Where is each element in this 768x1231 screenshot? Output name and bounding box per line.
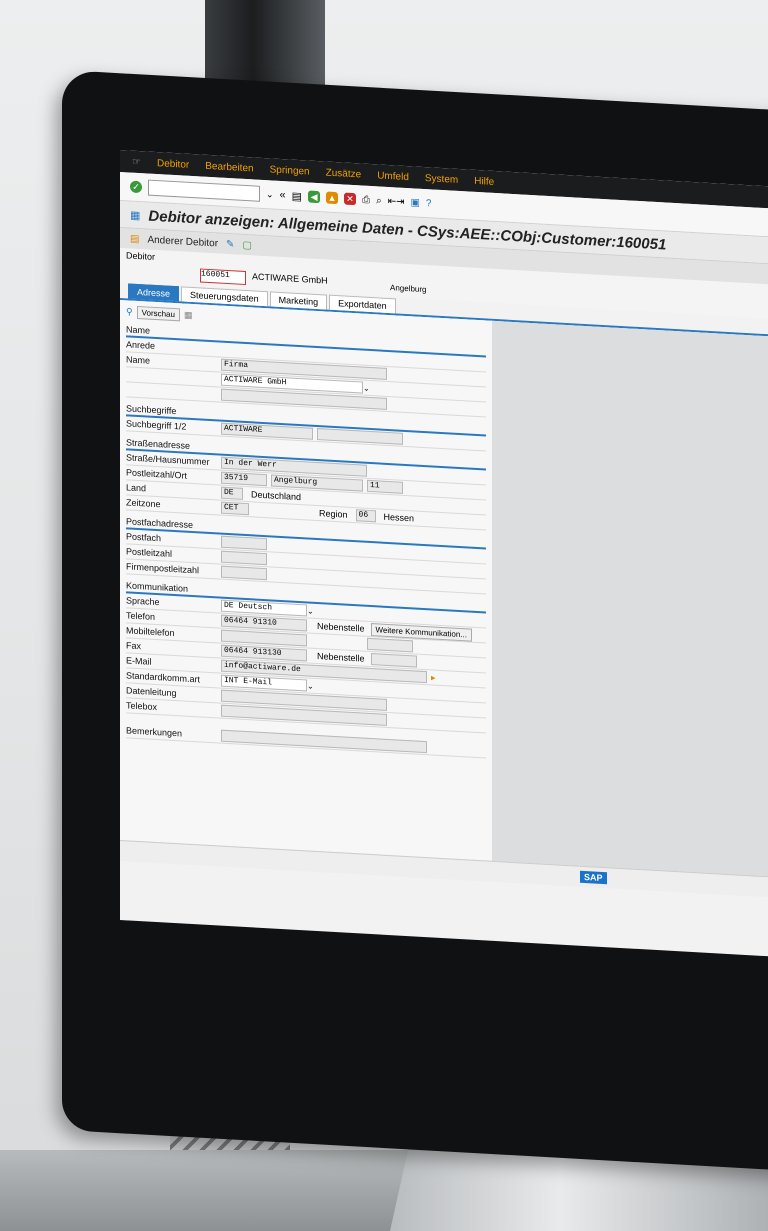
- find-icon[interactable]: ⌕: [376, 195, 382, 206]
- preview-button[interactable]: Vorschau: [136, 305, 180, 321]
- extension-field[interactable]: [367, 637, 413, 653]
- region-name: Hessen: [383, 511, 415, 524]
- pobox-field[interactable]: [221, 535, 267, 551]
- fax-extension-field[interactable]: [370, 653, 417, 668]
- menu-zusaetze[interactable]: Zusätze: [326, 167, 362, 180]
- timezone-label: Zeitzone: [126, 497, 161, 510]
- house-number-field[interactable]: 11: [367, 479, 403, 494]
- more-icon[interactable]: ▸: [431, 672, 436, 683]
- country-field[interactable]: DE: [221, 486, 243, 500]
- company-zip-field[interactable]: [221, 565, 267, 581]
- remarks-label: Bemerkungen: [126, 725, 183, 739]
- telebox-label: Telebox: [126, 700, 158, 713]
- other-customer-button[interactable]: Anderer Debitor: [147, 234, 218, 249]
- cancel-icon[interactable]: ✕: [344, 192, 357, 206]
- other-customer-icon: ▤: [130, 233, 140, 245]
- customer-number-field[interactable]: 160051: [200, 268, 246, 286]
- pobox-zip-field[interactable]: [221, 550, 267, 566]
- layout-icon[interactable]: ▣: [410, 197, 419, 209]
- region-label: Region: [319, 508, 348, 520]
- customer-label: Debitor: [126, 250, 156, 262]
- address-form: ⚲ Vorschau ▦ Name Anrede Name Firma ACTIW…: [120, 300, 492, 861]
- tab-marketing[interactable]: Marketing: [269, 291, 328, 310]
- filter-icon[interactable]: ⚲: [126, 306, 133, 317]
- help-icon[interactable]: ?: [426, 198, 432, 209]
- extension-label: Nebenstelle: [317, 621, 365, 634]
- tab-adresse[interactable]: Adresse: [128, 283, 180, 302]
- enter-icon[interactable]: ✓: [130, 180, 142, 194]
- menu-umfeld[interactable]: Umfeld: [377, 170, 409, 183]
- tab-exportdaten[interactable]: Exportdaten: [329, 294, 396, 314]
- page-nav-icon[interactable]: ⇤⇥: [388, 195, 405, 207]
- chevron-down-icon[interactable]: ⌄: [307, 606, 314, 615]
- layout-icon[interactable]: ▦: [184, 309, 193, 320]
- transaction-icon: ▦: [130, 209, 141, 222]
- back-icon[interactable]: ◀: [308, 190, 321, 204]
- content-area: ⚲ Vorschau ▦ Name Anrede Name Firma ACTIW…: [120, 300, 768, 880]
- menu-springen[interactable]: Springen: [270, 164, 310, 177]
- remarks-field[interactable]: [221, 729, 427, 754]
- region-field[interactable]: 06: [355, 509, 376, 523]
- search2-field[interactable]: [317, 428, 403, 445]
- sap-logo: SAP: [580, 870, 607, 885]
- menu-bearbeiten[interactable]: Bearbeiten: [205, 160, 253, 174]
- chevron-down-icon[interactable]: ⌄: [363, 383, 370, 392]
- country-name: Deutschland: [251, 489, 302, 503]
- zip-field[interactable]: 35719: [221, 471, 267, 487]
- customer-name: ACTIWARE GmbH: [252, 271, 328, 286]
- back-double-icon[interactable]: «: [280, 189, 286, 201]
- menu-icon[interactable]: ☞: [132, 156, 141, 168]
- timezone-field[interactable]: CET: [221, 501, 249, 516]
- save-icon[interactable]: ▤: [292, 189, 302, 203]
- command-field[interactable]: [148, 179, 260, 202]
- menu-hilfe[interactable]: Hilfe: [474, 175, 494, 187]
- print-icon[interactable]: ⎙: [362, 194, 370, 205]
- sap-screen: ☞ Debitor Bearbeiten Springen Zusätze Um…: [120, 150, 768, 960]
- chevron-down-icon[interactable]: ⌄: [266, 189, 274, 200]
- fax-extension-label: Nebenstelle: [317, 651, 365, 664]
- chevron-down-icon[interactable]: ⌄: [307, 681, 314, 690]
- search1-field[interactable]: ACTIWARE: [221, 422, 313, 440]
- menu-system[interactable]: System: [425, 173, 458, 186]
- empty-panel: [492, 320, 768, 880]
- customer-city: Angelburg: [390, 283, 427, 295]
- search-label: Suchbegriff 1/2: [126, 418, 187, 432]
- create-icon[interactable]: ▢: [242, 239, 251, 251]
- company-zip-label: Firmenpostleitzahl: [126, 561, 200, 576]
- menu-debitor[interactable]: Debitor: [157, 158, 189, 171]
- exit-icon[interactable]: ▲: [326, 191, 339, 205]
- edit-toggle-icon[interactable]: ✎: [226, 238, 234, 249]
